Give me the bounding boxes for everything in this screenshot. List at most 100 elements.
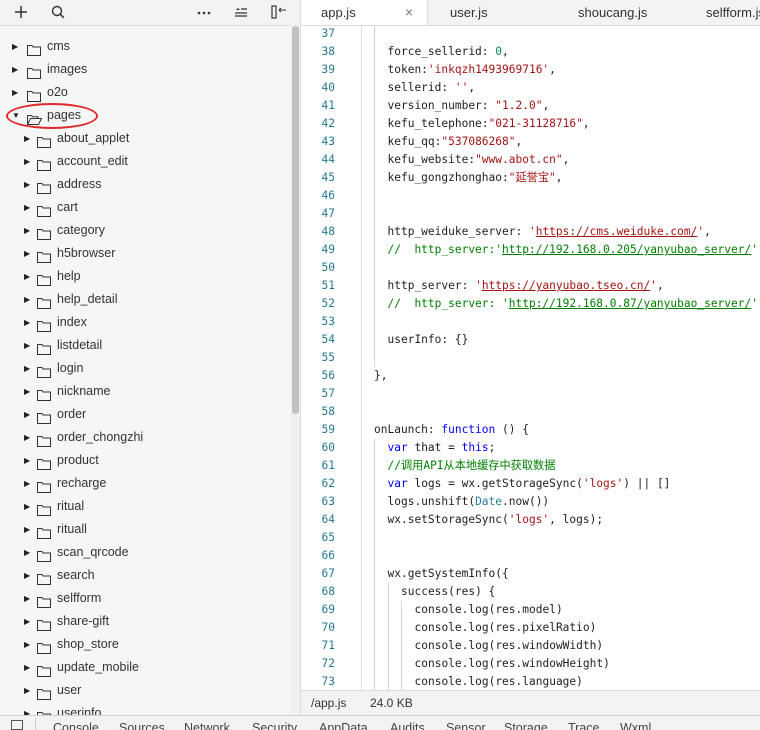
tree-item-label: login — [57, 357, 83, 380]
tree-item-login[interactable]: ▶ login — [0, 357, 292, 380]
caret-right-icon[interactable]: ▶ — [24, 610, 34, 633]
tree-item-order[interactable]: ▶order — [0, 403, 292, 426]
caret-right-icon[interactable]: ▶ — [24, 219, 34, 242]
caret-right-icon[interactable]: ▶ — [24, 242, 34, 265]
tree-item-product[interactable]: ▶product — [0, 449, 292, 472]
tab-selfform-js[interactable]: selfform.js — [706, 0, 760, 25]
tree-item-account-edit[interactable]: ▶account_edit — [0, 150, 292, 173]
tree-item-label: selfform — [57, 587, 101, 610]
code-line: //调用API从本地缓存中获取数据 — [388, 457, 556, 475]
indent-guide — [401, 619, 402, 637]
tree-item-cms[interactable]: ▶cms — [0, 35, 292, 58]
code-editor[interactable]: 3738394041424344454647484950515253545556… — [301, 26, 760, 690]
tab-user-js[interactable]: user.js — [450, 0, 488, 25]
tree-item-selfform[interactable]: ▶ selfform — [0, 587, 292, 610]
tree-item-user[interactable]: ▶user — [0, 679, 292, 702]
caret-right-icon[interactable]: ▶ — [24, 150, 34, 173]
tree-item-images[interactable]: ▶images — [0, 58, 292, 81]
caret-right-icon[interactable]: ▶ — [24, 495, 34, 518]
indent-guide — [374, 97, 375, 115]
tree-item-nickname[interactable]: ▶nickname — [0, 380, 292, 403]
tree-item-scan-qrcode[interactable]: ▶scan_qrcode — [0, 541, 292, 564]
tree-item-update-mobile[interactable]: ▶update_mobile — [0, 656, 292, 679]
tree-item-pages[interactable]: ▼pages — [0, 104, 292, 127]
tree-item-about-applet[interactable]: ▶about_applet — [0, 127, 292, 150]
tree-item-search[interactable]: ▶search — [0, 564, 292, 587]
search-icon[interactable] — [51, 2, 65, 22]
caret-right-icon[interactable]: ▶ — [24, 656, 34, 679]
caret-right-icon[interactable]: ▶ — [12, 58, 22, 81]
tree-item-cart[interactable]: ▶cart — [0, 196, 292, 219]
folder-icon — [37, 386, 50, 396]
caret-right-icon[interactable]: ▶ — [24, 564, 34, 587]
tab-shoucang-js[interactable]: shoucang.js — [578, 0, 647, 25]
tree-item-o2o[interactable]: ▶o2o — [0, 81, 292, 104]
caret-right-icon[interactable]: ▶ — [24, 679, 34, 702]
tree-item-rituall[interactable]: ▶rituall — [0, 518, 292, 541]
plus-icon[interactable] — [14, 2, 28, 22]
tree-item-help[interactable]: ▶help — [0, 265, 292, 288]
tree-item-h5browser[interactable]: ▶h5browser — [0, 242, 292, 265]
caret-right-icon[interactable]: ▶ — [24, 265, 34, 288]
tree-item-share-gift[interactable]: ▶share-gift — [0, 610, 292, 633]
caret-right-icon[interactable]: ▶ — [24, 587, 34, 610]
folder-icon — [27, 64, 40, 74]
caret-right-icon[interactable]: ▶ — [24, 334, 34, 357]
code-token: http://192.168.0.205/yanyubao_server/ — [502, 243, 751, 256]
tree-item-category[interactable]: ▶category — [0, 219, 292, 242]
tree-item-help-detail[interactable]: ▶help_detail — [0, 288, 292, 311]
caret-right-icon[interactable]: ▶ — [24, 426, 34, 449]
tree-item-index[interactable]: ▶index — [0, 311, 292, 334]
tree-item-ritual[interactable]: ▶ritual — [0, 495, 292, 518]
tree-item-order-chongzhi[interactable]: ▶order_chongzhi — [0, 426, 292, 449]
code-area[interactable]: force_sellerid: 0,token:'inkqzh149396971… — [362, 26, 760, 690]
indent-guide — [388, 619, 389, 637]
tree-item-address[interactable]: ▶address — [0, 173, 292, 196]
caret-right-icon[interactable]: ▶ — [24, 541, 34, 564]
code-token: "537086268" — [441, 135, 515, 148]
caret-right-icon[interactable]: ▶ — [12, 81, 22, 104]
tab-app-js[interactable]: app.js × — [301, 0, 428, 26]
indent-guide — [374, 61, 375, 79]
line-number: 63 — [301, 493, 335, 511]
caret-right-icon[interactable]: ▶ — [24, 380, 34, 403]
caret-right-icon[interactable]: ▶ — [24, 311, 34, 334]
editor-status-bar: /app.js 24.0 KB — [301, 690, 760, 715]
caret-right-icon[interactable]: ▶ — [24, 196, 34, 219]
close-icon[interactable]: × — [405, 0, 413, 25]
tree-item-listdetail[interactable]: ▶ listdetail — [0, 334, 292, 357]
code-token: ; — [489, 441, 496, 454]
caret-right-icon[interactable]: ▶ — [24, 633, 34, 656]
folder-icon — [37, 133, 50, 143]
folder-icon — [37, 248, 50, 258]
caret-right-icon[interactable]: ▶ — [24, 518, 34, 541]
caret-down-icon[interactable]: ▼ — [12, 104, 22, 127]
line-number: 71 — [301, 637, 335, 655]
folder-icon — [37, 455, 50, 465]
code-line: // http_server: 'http://192.168.0.87/yan… — [388, 295, 760, 313]
collapse-all-icon[interactable] — [234, 2, 248, 22]
line-number: 73 — [301, 673, 335, 690]
devtools-tab-bar: ConsoleSourcesNetworkSecurityAppDataAudi… — [0, 715, 760, 730]
code-line: console.log(res.pixelRatio) — [415, 619, 597, 637]
code-line: sellerid: '', — [388, 79, 476, 97]
caret-right-icon[interactable]: ▶ — [24, 702, 34, 715]
indent-guide — [374, 295, 375, 313]
tree-item-shop-store[interactable]: ▶shop_store — [0, 633, 292, 656]
caret-right-icon[interactable]: ▶ — [24, 403, 34, 426]
caret-right-icon[interactable]: ▶ — [24, 449, 34, 472]
caret-right-icon[interactable]: ▶ — [24, 127, 34, 150]
caret-right-icon[interactable]: ▶ — [24, 288, 34, 311]
caret-right-icon[interactable]: ▶ — [24, 357, 34, 380]
tree-item-userinfo[interactable]: ▶userinfo — [0, 702, 292, 715]
explorer-scrollbar-thumb[interactable] — [292, 26, 299, 414]
tree-item-recharge[interactable]: ▶recharge — [0, 472, 292, 495]
code-token: force_sellerid: — [388, 45, 496, 58]
hide-sidebar-icon[interactable] — [271, 2, 287, 22]
code-token: logs = wx.getStorageSync( — [408, 477, 583, 490]
caret-right-icon[interactable]: ▶ — [24, 173, 34, 196]
tree-item-label: listdetail — [57, 334, 102, 357]
ellipsis-icon[interactable] — [197, 2, 211, 22]
caret-right-icon[interactable]: ▶ — [12, 35, 22, 58]
caret-right-icon[interactable]: ▶ — [24, 472, 34, 495]
